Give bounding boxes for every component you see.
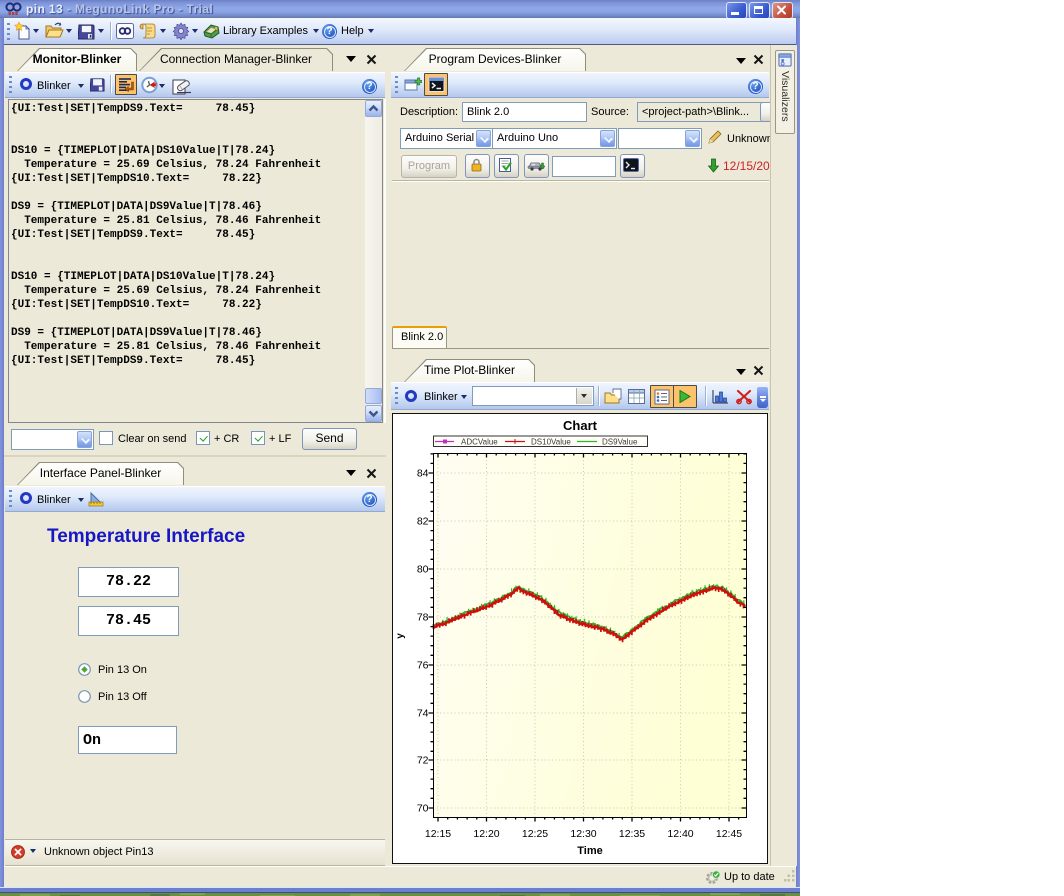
svg-text:12:40: 12:40: [667, 828, 693, 840]
svg-text:DS10Value: DS10Value: [531, 438, 571, 447]
svg-text:12:20: 12:20: [473, 828, 499, 840]
svg-text:76: 76: [417, 660, 429, 672]
svg-text:12:35: 12:35: [619, 828, 645, 840]
svg-text:y: y: [395, 633, 406, 639]
svg-text:ADCValue: ADCValue: [461, 438, 498, 447]
svg-text:12:30: 12:30: [570, 828, 596, 840]
svg-text:72: 72: [417, 755, 429, 767]
svg-text:Time: Time: [577, 845, 602, 857]
svg-text:12:25: 12:25: [522, 828, 548, 840]
svg-text:12:45: 12:45: [716, 828, 742, 840]
svg-text:12:15: 12:15: [425, 828, 451, 840]
svg-text:78: 78: [417, 612, 429, 624]
svg-text:74: 74: [417, 708, 429, 720]
svg-text:70: 70: [417, 803, 429, 815]
svg-text:84: 84: [417, 468, 429, 480]
svg-text:80: 80: [417, 564, 429, 576]
svg-text:82: 82: [417, 516, 429, 528]
svg-text:DS9Value: DS9Value: [602, 438, 638, 447]
svg-text:Chart: Chart: [563, 418, 598, 433]
